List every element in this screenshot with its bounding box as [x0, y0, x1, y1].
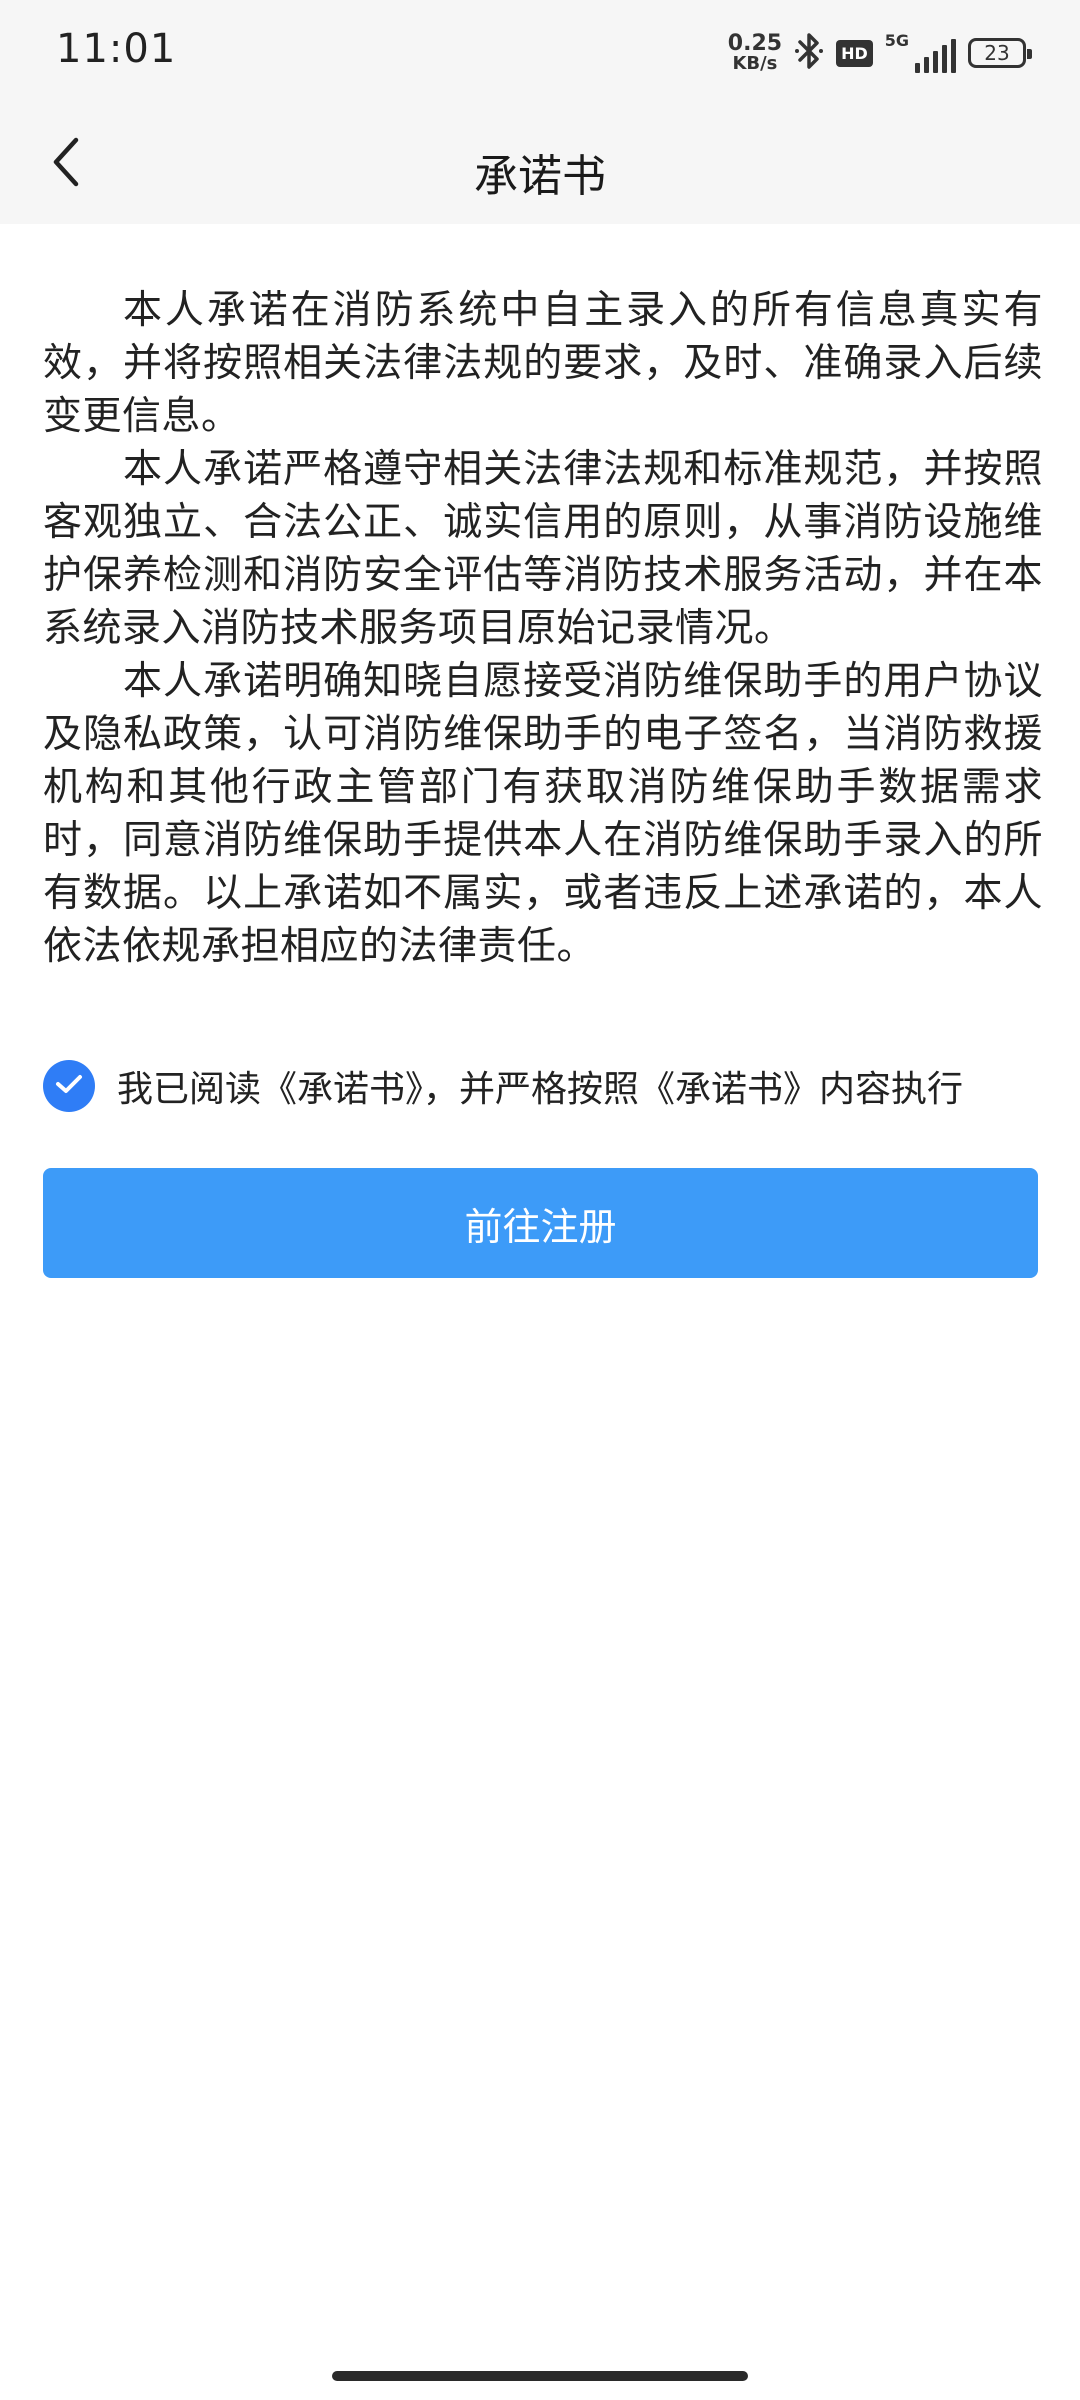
- signal-bar: [915, 63, 920, 73]
- signal-bar: [924, 57, 929, 73]
- commitment-paragraph: 本人承诺明确知晓自愿接受消防维保助手的用户协议及隐私政策，认可消防维保助手的电子…: [43, 659, 1043, 969]
- network-speed-unit: KB/s: [732, 53, 778, 74]
- status-indicators: 0.25 KB/s HD 5G 23: [728, 28, 1032, 78]
- navigation-bar: 承诺书: [0, 104, 1080, 224]
- signal-bar: [933, 51, 938, 73]
- commitment-paragraph: 本人承诺在消防系统中自主录入的所有信息真实有效，并将按照相关法律法规的要求，及时…: [43, 288, 1043, 439]
- battery-icon: 23: [968, 38, 1032, 68]
- status-time: 11:01: [56, 26, 177, 72]
- bluetooth-icon: [794, 31, 824, 75]
- home-indicator[interactable]: [332, 2371, 748, 2381]
- commitment-paragraph: 本人承诺严格遵守相关法律法规和标准规范，并按照客观独立、合法公正、诚实信用的原则…: [43, 447, 1043, 651]
- signal-strength-icon: 5G: [885, 33, 956, 73]
- checkmark-icon: [54, 1072, 84, 1100]
- status-bar: 11:01 0.25 KB/s HD 5G 23: [0, 0, 1080, 104]
- network-speed-value: 0.25: [727, 31, 783, 56]
- agreement-label: 我已阅读《承诺书》，并严格按照《承诺书》内容执行: [117, 1069, 964, 1110]
- commitment-content: 本人承诺在消防系统中自主录入的所有信息真实有效，并将按照相关法律法规的要求，及时…: [43, 284, 1043, 973]
- network-type: 5G: [884, 31, 909, 50]
- agreement-checkbox[interactable]: [43, 1060, 95, 1112]
- signal-bar: [951, 39, 956, 73]
- network-speed: 0.25 KB/s: [728, 33, 782, 73]
- battery-level: 23: [984, 41, 1010, 65]
- page-title: 承诺书: [474, 151, 606, 202]
- agreement-checkbox-row[interactable]: 我已阅读《承诺书》，并严格按照《承诺书》内容执行: [43, 1058, 1043, 1114]
- register-button[interactable]: 前往注册: [43, 1168, 1038, 1278]
- hd-badge: HD: [836, 39, 873, 67]
- signal-bar: [942, 45, 947, 73]
